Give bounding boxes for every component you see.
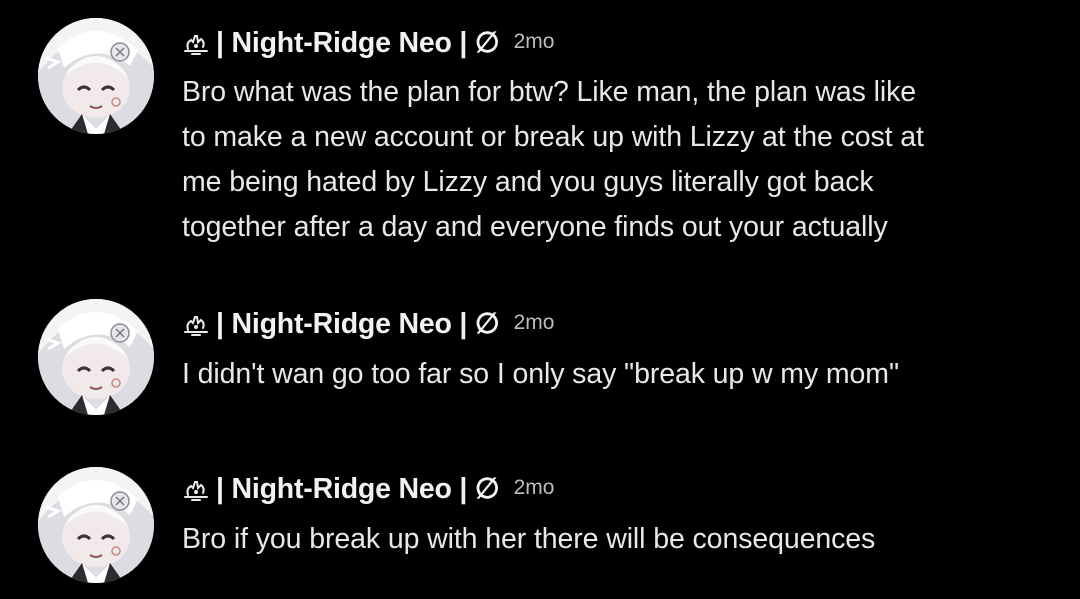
message-line: to make a new account or break up with L… bbox=[182, 121, 924, 153]
timestamp: 2mo bbox=[513, 311, 555, 334]
message-content: I didn't wan go too far so I only say "b… bbox=[182, 352, 1042, 397]
message-line: I didn't wan go too far so I only say "b… bbox=[182, 358, 899, 390]
chat-message[interactable]: | Night-Ridge Neo | ∅ 2mo I didn't wan g… bbox=[0, 290, 1080, 430]
user-avatar[interactable] bbox=[38, 299, 154, 415]
avatar-image bbox=[38, 467, 154, 583]
username[interactable]: | Night-Ridge Neo | ∅ bbox=[216, 307, 500, 341]
chat-message[interactable]: | Night-Ridge Neo | ∅ 2mo Bro if you bre… bbox=[0, 455, 1080, 599]
message-content: Bro if you break up with her there will … bbox=[182, 517, 1042, 562]
message-content: Bro what was the plan for btw? Like man,… bbox=[182, 70, 1042, 250]
message-line: together after a day and everyone finds … bbox=[182, 211, 888, 243]
hand-emblem-icon bbox=[182, 475, 210, 503]
username[interactable]: | Night-Ridge Neo | ∅ bbox=[216, 472, 500, 506]
message-line: Bro what was the plan for btw? Like man,… bbox=[182, 76, 917, 108]
chat-message[interactable]: | Night-Ridge Neo | ∅ 2mo Bro what was t… bbox=[0, 0, 1080, 270]
user-avatar[interactable] bbox=[38, 18, 154, 134]
timestamp: 2mo bbox=[513, 476, 555, 499]
message-line: me being hated by Lizzy and you guys lit… bbox=[182, 166, 874, 198]
timestamp: 2mo bbox=[513, 30, 555, 53]
message-header: | Night-Ridge Neo | ∅ 2mo bbox=[182, 24, 554, 60]
hand-emblem-icon bbox=[182, 29, 210, 57]
avatar-image bbox=[38, 299, 154, 415]
username[interactable]: | Night-Ridge Neo | ∅ bbox=[216, 26, 500, 60]
message-line: Bro if you break up with her there will … bbox=[182, 523, 876, 555]
user-avatar[interactable] bbox=[38, 467, 154, 583]
message-header: | Night-Ridge Neo | ∅ 2mo bbox=[182, 470, 554, 506]
avatar-image bbox=[38, 18, 154, 134]
hand-emblem-icon bbox=[182, 310, 210, 338]
message-header: | Night-Ridge Neo | ∅ 2mo bbox=[182, 305, 554, 341]
